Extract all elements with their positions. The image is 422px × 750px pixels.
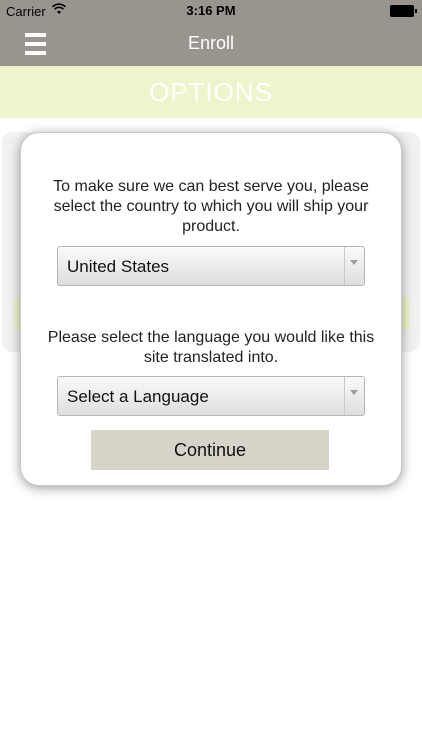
nav-bar: Enroll	[0, 22, 422, 66]
battery-icon	[390, 5, 417, 17]
page-title: Enroll	[187, 33, 235, 53]
language-select-value: Select a Language	[67, 387, 209, 406]
language-prompt: Please select the language you would lik…	[47, 329, 375, 366]
language-select-arrow	[344, 377, 364, 415]
status-time: 3:16 PM	[186, 3, 236, 18]
country-prompt: To make sure we can best serve you, plea…	[53, 178, 369, 235]
chevron-down-icon	[350, 390, 358, 395]
country-select-arrow	[344, 247, 364, 285]
options-header: OPTIONS	[0, 66, 422, 118]
language-select[interactable]: Select a Language	[57, 376, 365, 416]
status-bar: Carrier 3:16 PM	[0, 0, 422, 22]
continue-button[interactable]: Continue	[91, 430, 329, 470]
country-select[interactable]: United States	[57, 246, 365, 286]
country-language-modal: To make sure we can best serve you, plea…	[21, 133, 401, 485]
country-select-value: United States	[67, 257, 170, 276]
options-title: OPTIONS	[148, 77, 273, 107]
chevron-down-icon	[350, 260, 358, 265]
